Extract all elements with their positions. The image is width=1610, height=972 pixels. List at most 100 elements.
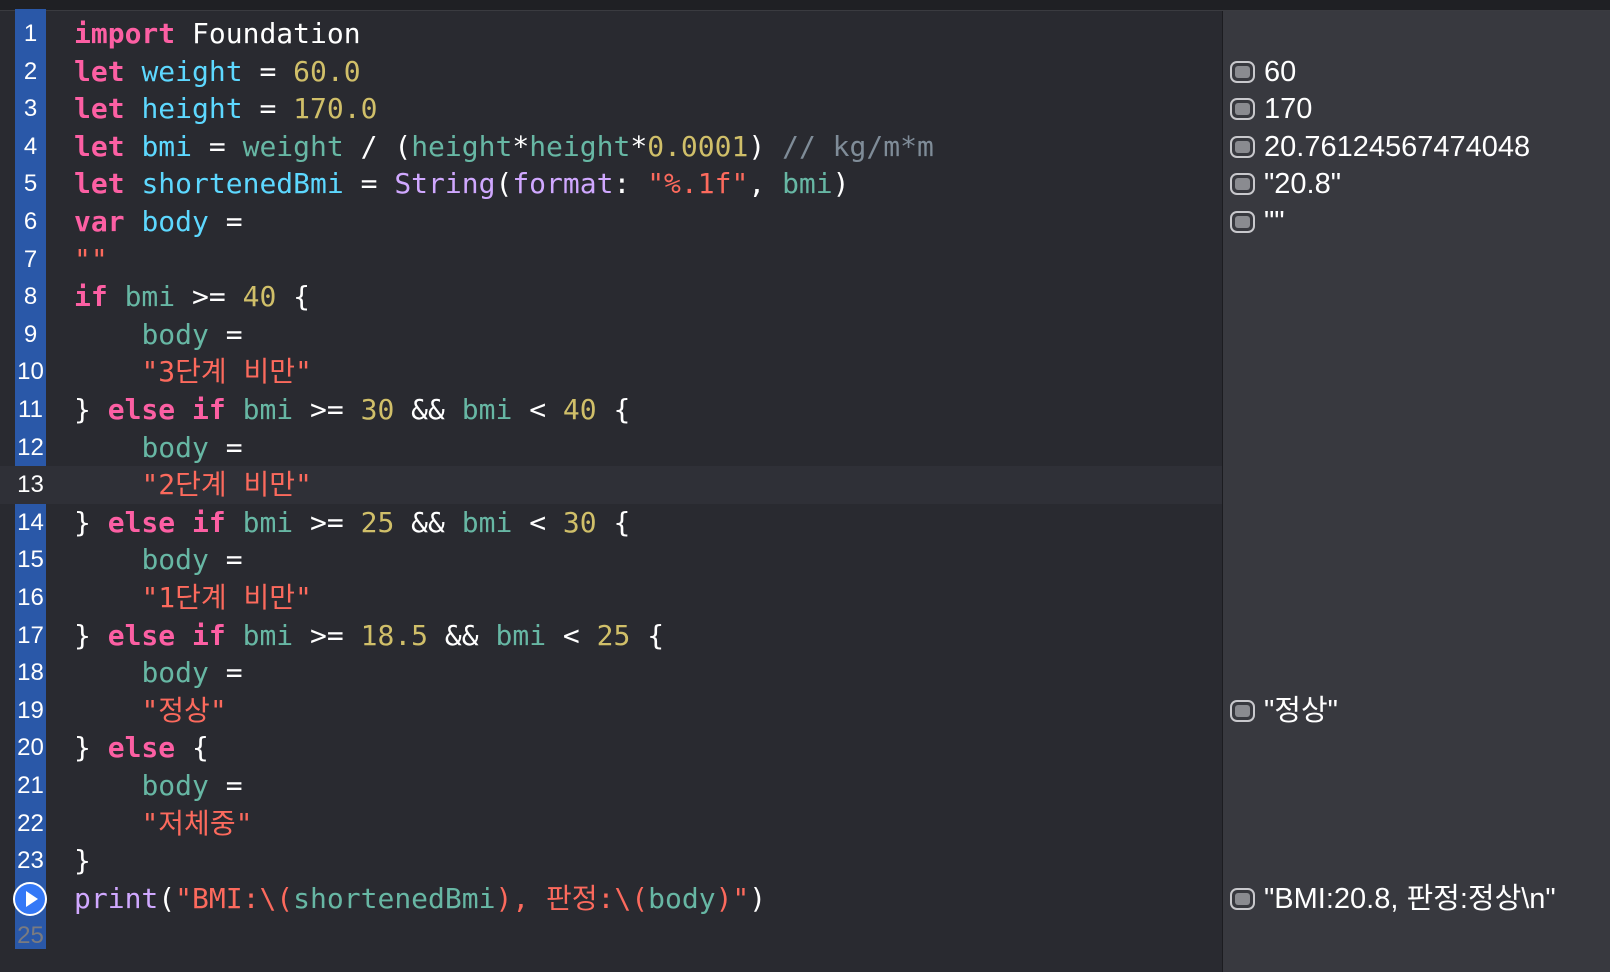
line-number[interactable]: 3 — [15, 90, 46, 128]
code-line[interactable]: 14 } else if bmi >= 25 && bmi < 30 { — [0, 504, 1222, 542]
code-line[interactable]: 3 let height = 170.0 — [0, 90, 1222, 128]
code-line[interactable]: 15 body = — [0, 541, 1222, 579]
line-number[interactable]: 9 — [15, 316, 46, 354]
code-token: if — [192, 393, 226, 426]
code-line[interactable]: 18 body = — [0, 654, 1222, 692]
code-token: = — [208, 205, 243, 238]
code-token: format — [512, 167, 614, 201]
code-line[interactable]: 8 if bmi >= 40 { — [0, 278, 1222, 316]
line-number[interactable]: 18 — [15, 654, 46, 692]
line-number[interactable]: 12 — [15, 429, 46, 467]
line-number[interactable]: 17 — [15, 617, 46, 655]
code-line[interactable]: 22 "저체중" — [0, 805, 1222, 843]
code-text[interactable]: "저체중" — [74, 805, 252, 843]
code-token: let — [74, 54, 125, 88]
play-circle-icon[interactable] — [13, 881, 47, 916]
code-token: if — [74, 280, 108, 314]
code-text[interactable]: "3단계 비만" — [74, 353, 311, 391]
line-number[interactable]: 1 — [15, 15, 46, 53]
line-number[interactable]: 2 — [15, 53, 46, 91]
code-text[interactable]: body = — [74, 767, 243, 805]
code-text[interactable]: "정상" — [74, 692, 226, 730]
line-number[interactable]: 13 — [15, 466, 46, 504]
code-text[interactable]: body = — [74, 429, 242, 467]
line-number[interactable]: 14 — [15, 504, 46, 542]
line-number[interactable]: 11 — [15, 391, 46, 429]
code-line[interactable]: 21 body = — [0, 767, 1222, 805]
code-token: < — [546, 618, 597, 652]
code-token: "저체중" — [141, 806, 253, 840]
line-number[interactable]: 10 — [15, 353, 46, 391]
code-text[interactable]: body = — [74, 541, 242, 579]
quick-look-icon[interactable] — [1230, 98, 1255, 121]
code-line[interactable]: 1 import Foundation — [0, 15, 1222, 53]
code-line[interactable]: 2 let weight = 60.0 — [0, 53, 1222, 91]
code-text[interactable]: let weight = 60.0 — [74, 53, 361, 91]
code-text[interactable]: } — [74, 842, 91, 880]
line-number[interactable]: 5 — [15, 165, 46, 203]
quick-look-icon[interactable] — [1230, 60, 1255, 83]
code-text[interactable]: } else if bmi >= 25 && bmi < 30 { — [74, 504, 630, 542]
line-number[interactable]: 6 — [15, 203, 46, 241]
quick-look-icon[interactable] — [1230, 173, 1255, 196]
code-line[interactable]: 19 "정상" — [0, 692, 1222, 730]
code-token: bmi — [242, 618, 294, 652]
code-line[interactable]: 7 "" — [0, 241, 1222, 279]
quick-look-icon[interactable] — [1230, 211, 1255, 233]
code-text[interactable]: "" — [74, 241, 108, 279]
line-number[interactable]: 21 — [15, 767, 46, 805]
code-text[interactable]: let bmi = weight / (height*height*0.0001… — [74, 128, 934, 166]
code-token: && — [428, 618, 496, 652]
code-token: >= — [293, 618, 361, 652]
code-text[interactable]: print("BMI:\(shortenedBmi), 판정:\(body)") — [74, 880, 766, 918]
line-number[interactable]: 22 — [15, 805, 46, 843]
line-number[interactable]: 4 — [15, 128, 46, 166]
code-text[interactable]: let shortenedBmi = String(format: "%.1f"… — [74, 165, 850, 203]
code-line[interactable]: 5 let shortenedBmi = String(format: "%.1f… — [0, 165, 1222, 203]
code-line[interactable]: 10 "3단계 비만" — [0, 353, 1222, 391]
line-number[interactable]: 25 — [15, 917, 46, 955]
code-text[interactable]: if bmi >= 40 { — [74, 278, 310, 316]
code-token: >= — [293, 393, 361, 426]
code-token: shortenedBmi — [141, 167, 344, 201]
code-text[interactable]: var body = — [74, 203, 243, 241]
code-text[interactable]: body = — [74, 316, 242, 354]
code-line[interactable]: 13 "2단계 비만" — [0, 466, 1222, 505]
code-text[interactable]: let height = 170.0 — [74, 90, 377, 128]
code-text[interactable]: "1단계 비만" — [74, 579, 311, 617]
code-text[interactable]: import Foundation — [74, 15, 361, 53]
code-line[interactable]: 16 "1단계 비만" — [0, 579, 1222, 617]
code-line[interactable]: 4 let bmi = weight / (height*height*0.000… — [0, 128, 1222, 166]
code-line[interactable]: 11 } else if bmi >= 30 && bmi < 40 { — [0, 391, 1222, 429]
code-text[interactable]: } else { — [74, 729, 209, 767]
code-text[interactable]: body = — [74, 654, 242, 692]
code-line[interactable]: 9 body = — [0, 316, 1222, 354]
code-line[interactable]: 17 } else if bmi >= 18.5 && bmi < 25 { — [0, 617, 1222, 655]
line-number[interactable]: 19 — [15, 692, 46, 730]
line-number[interactable]: 7 — [15, 241, 46, 279]
line-number[interactable]: 23 — [15, 842, 46, 880]
code-line[interactable]: 20 } else { — [0, 729, 1222, 767]
line-number[interactable]: 15 — [15, 541, 46, 579]
line-number[interactable]: 8 — [15, 278, 46, 316]
code-line[interactable]: 12 body = — [0, 429, 1222, 467]
quick-look-icon[interactable] — [1230, 887, 1255, 910]
line-number[interactable]: 16 — [15, 579, 46, 617]
code-line[interactable]: 25 — [0, 917, 1222, 955]
line-number[interactable]: 20 — [15, 729, 46, 767]
code-line[interactable]: 6 var body = — [0, 203, 1222, 241]
code-line[interactable]: print("BMI:\(shortenedBmi), 판정:\(body)") — [0, 880, 1222, 918]
code-line[interactable]: 23} — [0, 842, 1222, 880]
quick-look-icon[interactable] — [1230, 135, 1255, 158]
code-text[interactable]: } else if bmi >= 18.5 && bmi < 25 { — [74, 617, 664, 655]
code-token: bmi — [242, 393, 294, 426]
quick-look-icon[interactable] — [1230, 699, 1255, 722]
code-text[interactable]: } else if bmi >= 30 && bmi < 40 { — [74, 391, 630, 429]
code-text[interactable]: "2단계 비만" — [74, 466, 311, 504]
code-token: = — [208, 769, 243, 802]
